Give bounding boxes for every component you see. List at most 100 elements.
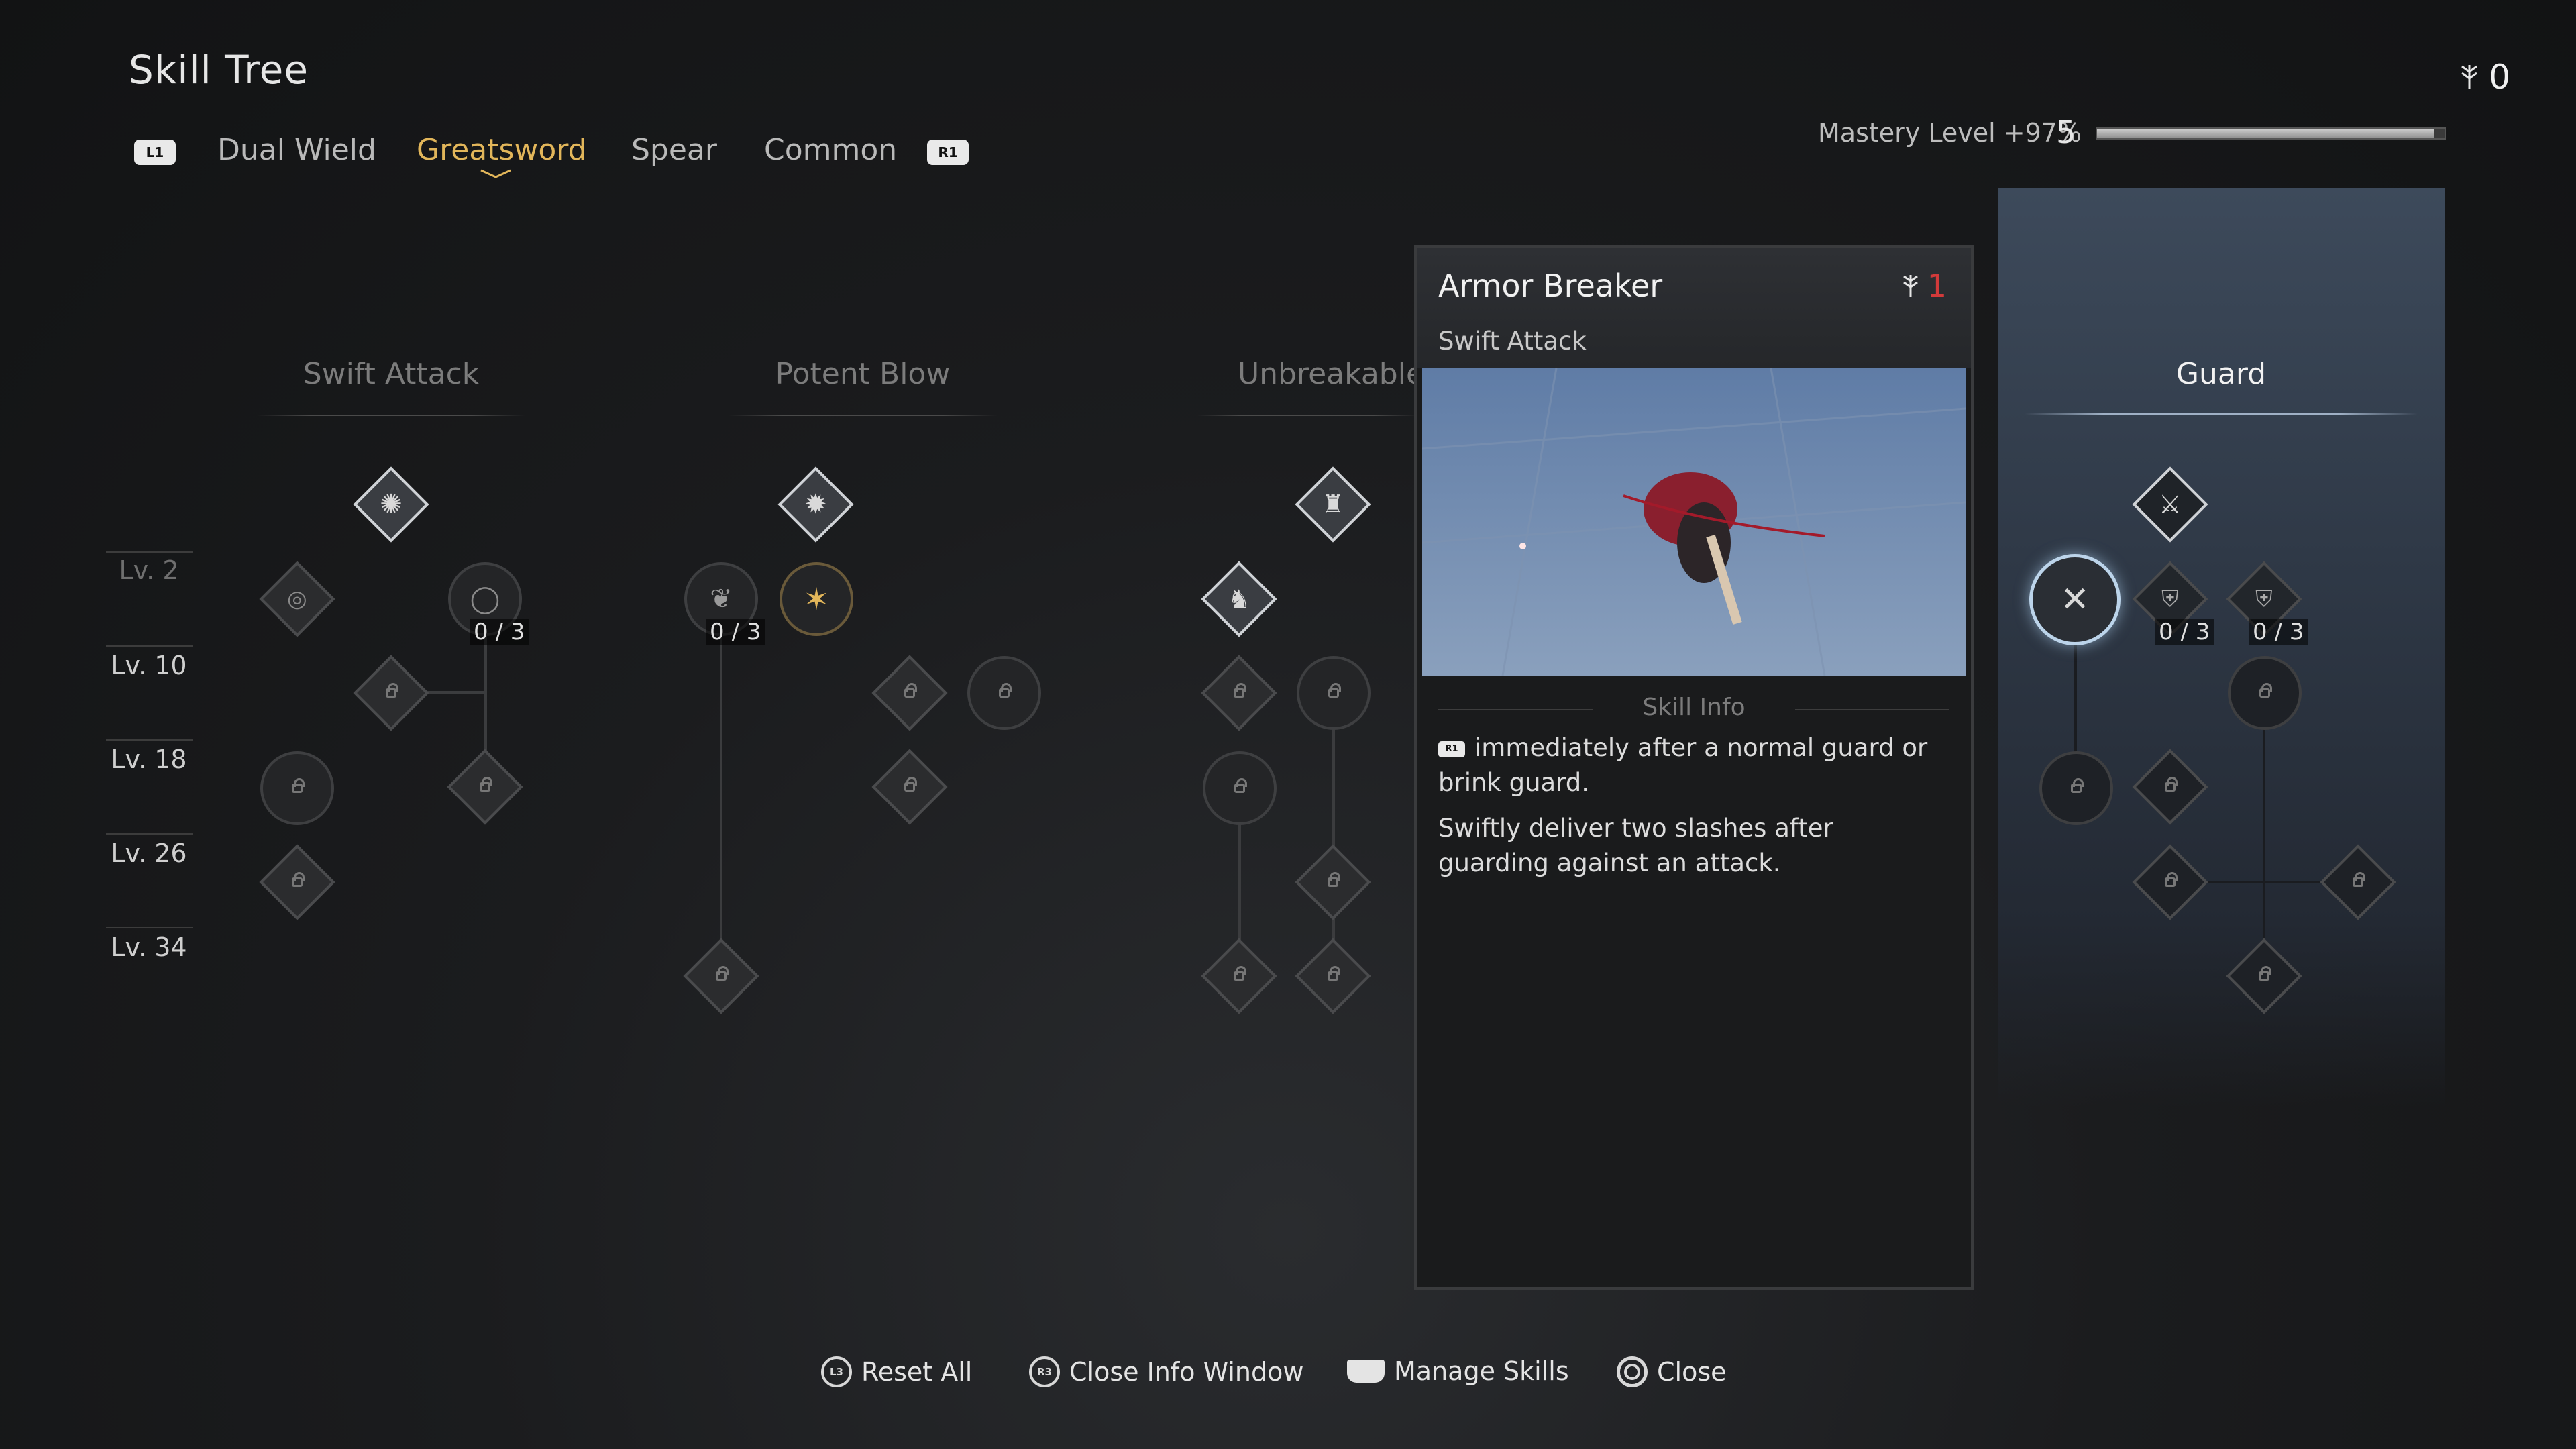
skill-cost: 1 bbox=[1900, 268, 1947, 304]
claw-slash-icon: ✺ bbox=[380, 488, 402, 520]
locked-skill-node[interactable] bbox=[2228, 656, 2302, 730]
skill-node-swift-root[interactable]: ✺ bbox=[353, 466, 429, 543]
skill-points-value: 0 bbox=[2489, 58, 2510, 97]
locked-skill-node[interactable] bbox=[260, 751, 334, 825]
skill-node-potent-b[interactable]: ✶ bbox=[780, 562, 853, 636]
circle-button-icon bbox=[1617, 1356, 1648, 1387]
locked-skill-node[interactable] bbox=[2039, 751, 2113, 825]
level-divider bbox=[106, 833, 193, 835]
mastery-progress-bar bbox=[2096, 127, 2446, 140]
locked-skill-node[interactable] bbox=[447, 749, 523, 825]
lock-icon bbox=[480, 782, 490, 792]
tab-greatsword[interactable]: Greatsword bbox=[417, 133, 587, 167]
lock-icon bbox=[1328, 683, 1341, 698]
skill-node-armor-breaker[interactable]: ✕ bbox=[2029, 554, 2121, 645]
touchpad-icon bbox=[1347, 1360, 1385, 1383]
lock-icon bbox=[2165, 782, 2176, 792]
close-button[interactable]: Close bbox=[1617, 1356, 1727, 1387]
cross-slash-icon: ✕ bbox=[2060, 580, 2090, 620]
column-divider bbox=[2025, 413, 2418, 415]
skill-counter: 0 / 3 bbox=[470, 619, 529, 645]
spiral-slash-icon: ◎ bbox=[287, 585, 307, 612]
column-title-guard: Guard bbox=[2176, 357, 2267, 391]
shield-icon: ⛨ bbox=[2161, 586, 2179, 612]
skill-point-icon bbox=[1902, 275, 1918, 297]
section-divider bbox=[1795, 709, 1949, 710]
lock-icon bbox=[2259, 683, 2272, 698]
shield-icon: ⛨ bbox=[2255, 586, 2273, 612]
tab-spear[interactable]: Spear bbox=[631, 133, 717, 167]
level-label-34: Lv. 34 bbox=[111, 932, 187, 962]
locked-skill-node[interactable] bbox=[871, 749, 948, 825]
locked-skill-node[interactable] bbox=[967, 656, 1041, 730]
mastery-level: 5 bbox=[2056, 114, 2076, 150]
feather-slash-icon: ❦ bbox=[710, 584, 733, 614]
level-divider bbox=[106, 927, 193, 928]
lock-icon bbox=[2071, 778, 2084, 793]
lock-icon bbox=[1234, 778, 1247, 793]
crossed-swords-icon: ⚔ bbox=[2158, 489, 2182, 519]
r1-bumper-icon[interactable]: R1 bbox=[927, 140, 969, 165]
locked-skill-node[interactable] bbox=[1297, 656, 1371, 730]
guard-column-panel: Guard bbox=[1998, 188, 2445, 1107]
tab-common[interactable]: Common bbox=[764, 133, 897, 167]
column-divider bbox=[257, 415, 525, 416]
level-divider bbox=[106, 551, 193, 553]
l1-bumper-icon[interactable]: L1 bbox=[134, 140, 176, 165]
lock-icon bbox=[2165, 877, 2176, 887]
armored-figure-icon: ♜ bbox=[1321, 489, 1345, 519]
page-title: Skill Tree bbox=[129, 47, 309, 93]
skill-info-header: Armor Breaker Swift Attack 1 bbox=[1417, 248, 1971, 368]
skill-info-label: Skill Info bbox=[1642, 694, 1746, 721]
lock-icon bbox=[1234, 971, 1244, 981]
manage-skills-button[interactable]: Manage Skills bbox=[1347, 1356, 1569, 1386]
mastery-label: Mastery Level +97% bbox=[1818, 118, 2082, 148]
skill-node-potent-root[interactable]: ✹ bbox=[777, 466, 854, 543]
skill-description: Swiftly deliver two slashes after guardi… bbox=[1438, 814, 1833, 877]
r3-button-icon: R3 bbox=[1029, 1356, 1060, 1387]
lock-icon bbox=[1328, 877, 1338, 887]
skill-node-unbreakable-a[interactable]: ♞ bbox=[1201, 561, 1277, 637]
locked-skill-node[interactable] bbox=[259, 844, 335, 920]
lock-icon bbox=[904, 688, 915, 698]
skill-category: Swift Attack bbox=[1438, 327, 1587, 356]
mastery-progress-fill bbox=[2097, 129, 2434, 138]
r1-button-icon: R1 bbox=[1438, 741, 1465, 757]
lock-icon bbox=[2259, 971, 2269, 981]
skill-node-swift-a[interactable]: ◎ bbox=[259, 561, 335, 637]
locked-skill-node[interactable] bbox=[1201, 938, 1277, 1014]
skill-preview-art bbox=[1422, 368, 1966, 676]
locked-skill-node[interactable] bbox=[871, 655, 948, 731]
skill-cost-value: 1 bbox=[1927, 268, 1947, 304]
skill-counter: 0 / 3 bbox=[706, 619, 765, 645]
active-tab-indicator-icon bbox=[480, 169, 511, 178]
close-label: Close bbox=[1657, 1357, 1727, 1387]
close-info-window-label: Close Info Window bbox=[1069, 1357, 1304, 1387]
tab-dual-wield[interactable]: Dual Wield bbox=[217, 133, 376, 167]
locked-skill-node[interactable] bbox=[1295, 938, 1371, 1014]
lock-icon bbox=[904, 782, 915, 792]
lock-icon bbox=[292, 778, 305, 793]
skill-info-panel: Armor Breaker Swift Attack 1 Skill Info … bbox=[1414, 245, 1974, 1290]
locked-skill-node[interactable] bbox=[683, 938, 759, 1014]
tree-connector bbox=[720, 636, 722, 971]
reset-all-label: Reset All bbox=[861, 1357, 973, 1387]
locked-skill-node[interactable] bbox=[1295, 844, 1371, 920]
locked-skill-node[interactable] bbox=[1203, 751, 1277, 825]
level-label-18: Lv. 18 bbox=[111, 745, 187, 774]
level-divider bbox=[106, 739, 193, 741]
skill-node-unbreakable-root[interactable]: ♜ bbox=[1295, 466, 1371, 543]
column-title-swift-attack: Swift Attack bbox=[303, 357, 480, 391]
manage-skills-label: Manage Skills bbox=[1394, 1356, 1569, 1386]
lock-icon bbox=[999, 683, 1012, 698]
locked-skill-node[interactable] bbox=[353, 655, 429, 731]
lock-icon bbox=[1234, 688, 1244, 698]
reset-all-button[interactable]: L3 Reset All bbox=[821, 1356, 972, 1387]
column-divider bbox=[1197, 415, 1418, 416]
ring-slash-icon: ◯ bbox=[470, 584, 500, 614]
golden-strike-icon: ✶ bbox=[803, 581, 830, 617]
skill-preview-image bbox=[1422, 368, 1966, 676]
close-info-window-button[interactable]: R3 Close Info Window bbox=[1029, 1356, 1303, 1387]
locked-skill-node[interactable] bbox=[1201, 655, 1277, 731]
level-label-2: Lv. 2 bbox=[119, 555, 179, 585]
